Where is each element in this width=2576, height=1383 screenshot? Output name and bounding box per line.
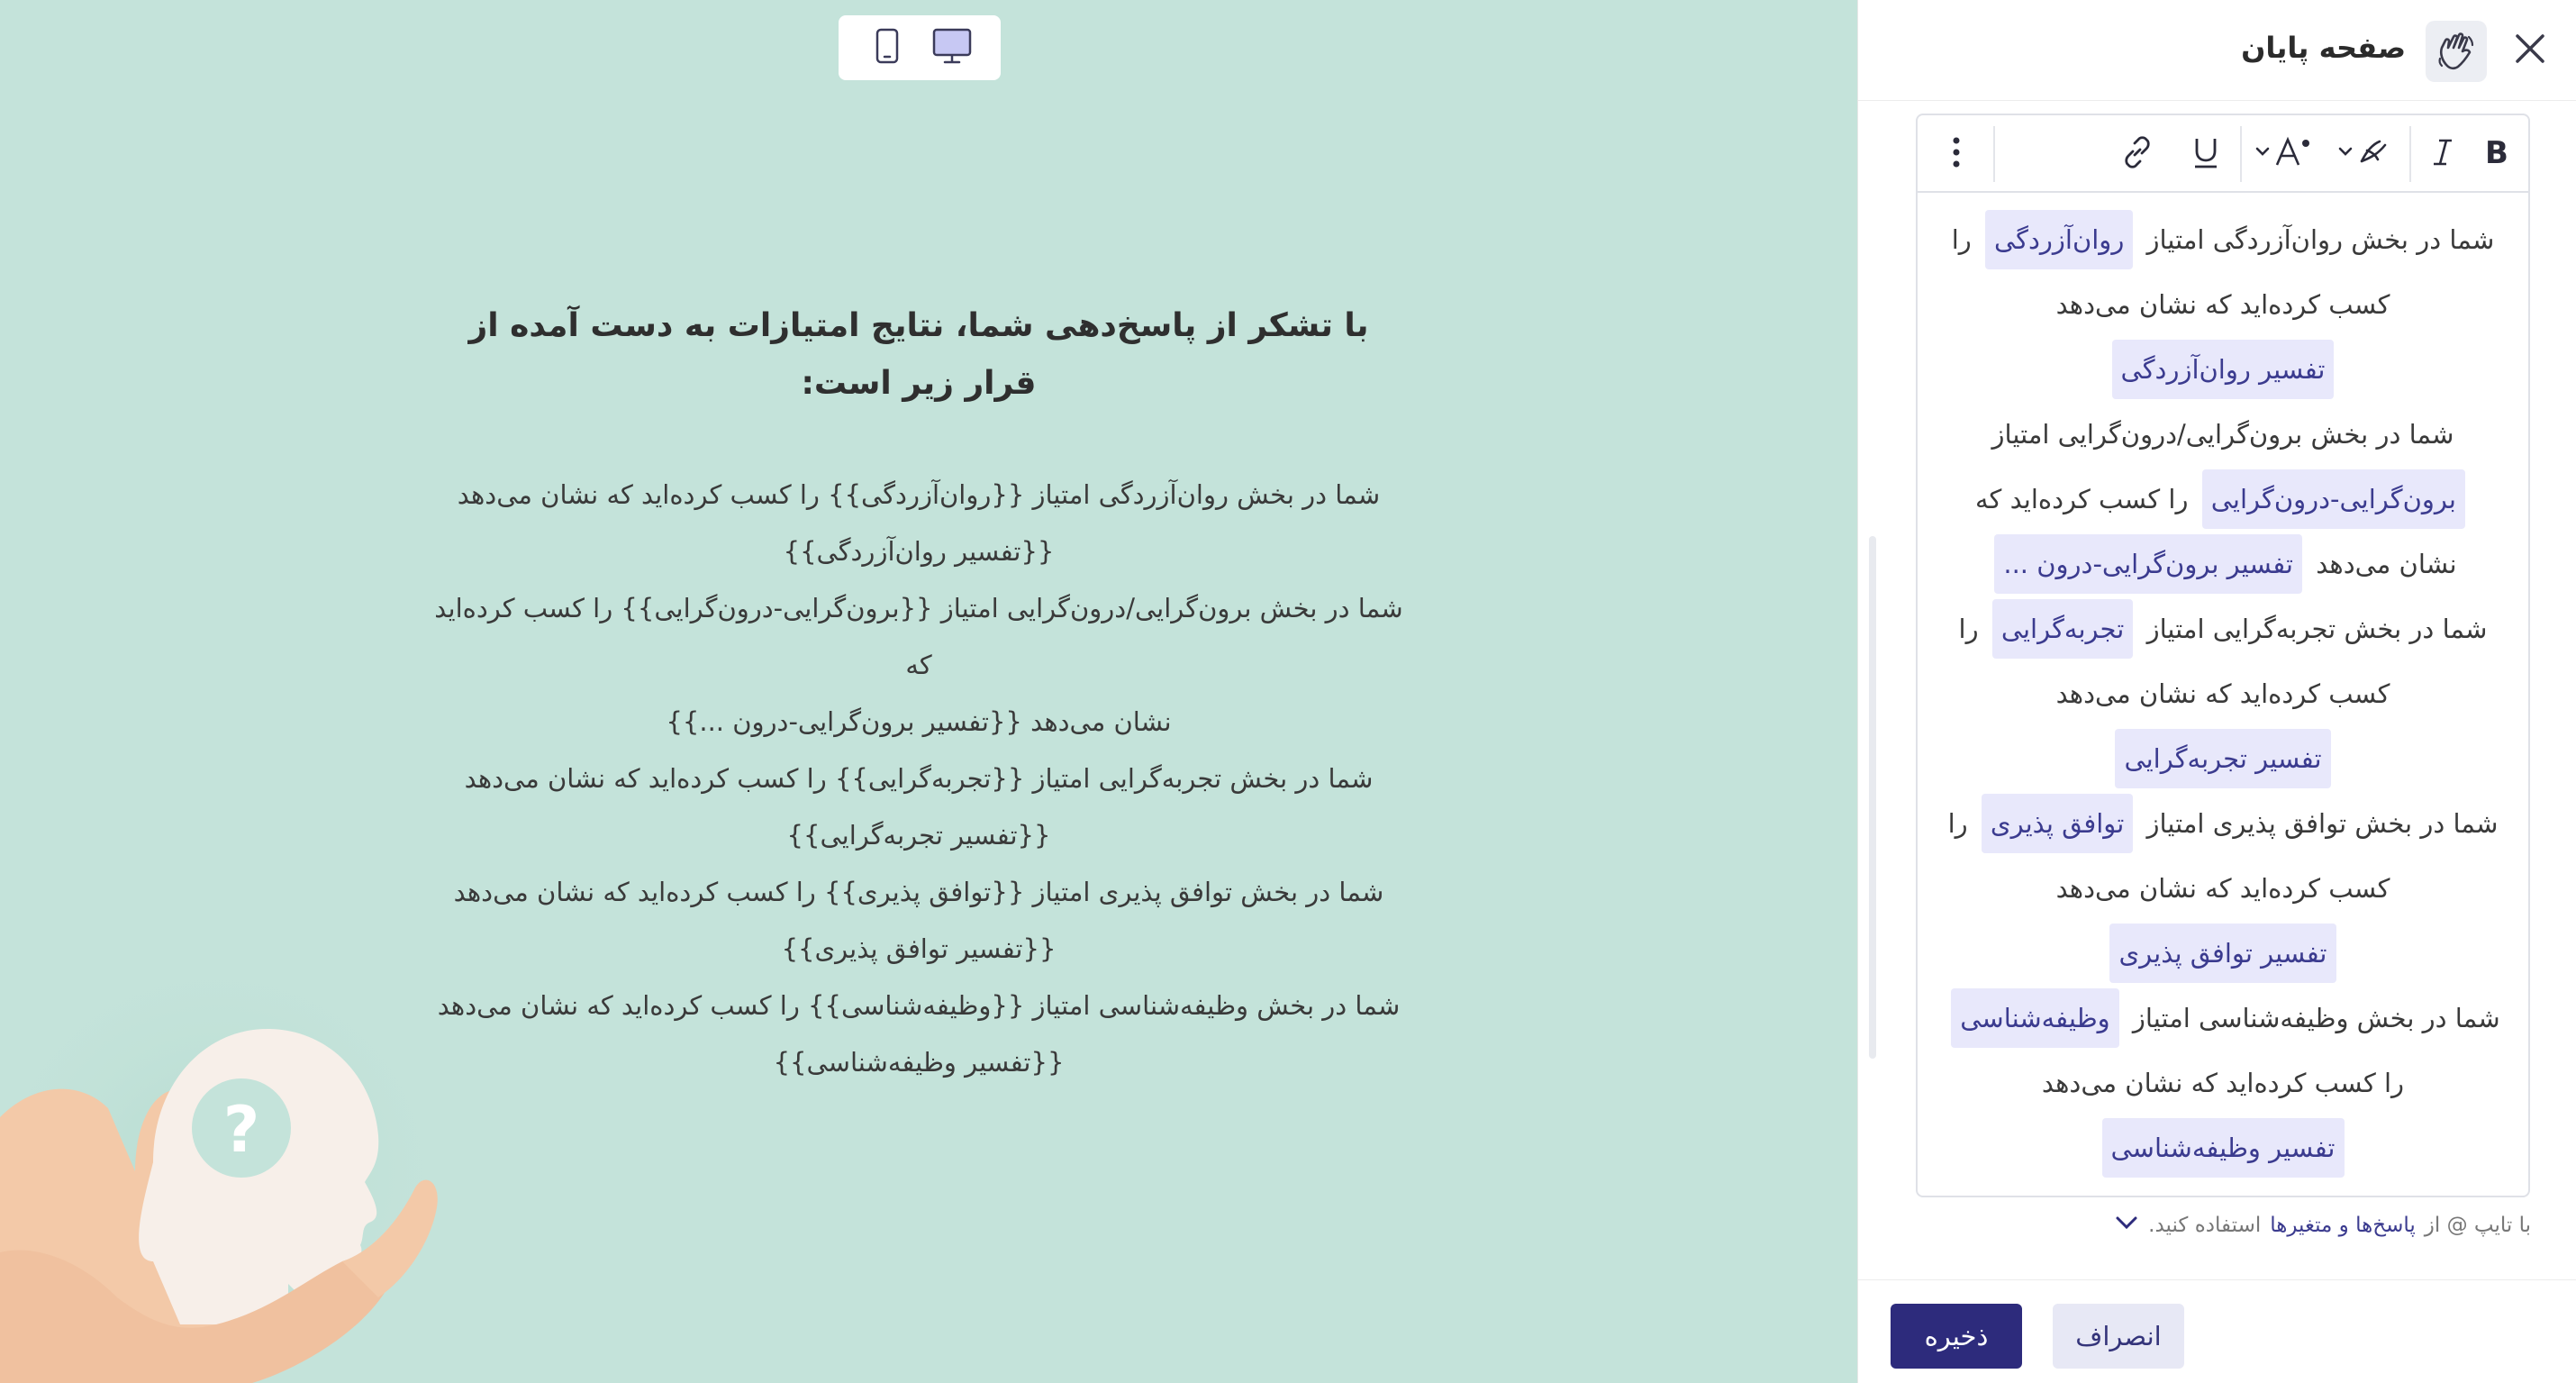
italic-icon [2430,137,2455,171]
editor-toolbar: B [1918,115,2528,193]
variable-chip[interactable]: برون‌گرایی-درون‌گرایی [2201,469,2465,529]
variable-chip[interactable]: روان‌آزردگی [1985,210,2134,269]
preview-line: نشان می‌دهد {{تفسیر برون‌گرایی-درون ...}… [666,706,1172,737]
font-size-button[interactable] [2247,129,2328,179]
editor-paragraph: شما در بخش وظیفه‌شناسی امتیاز وظیفه‌شناس… [1945,986,2501,1180]
waving-hand-icon [2426,21,2487,82]
preview-line: شما در بخش روان‌آزردگی امتیاز {{روان‌آزر… [457,479,1381,510]
underline-icon [2191,135,2221,173]
editor-text: شما در بخش برون‌گرایی/درون‌گرایی امتیاز [1991,419,2454,450]
preview-line: شما در بخش وظیفه‌شناسی امتیاز {{وظیفه‌شن… [437,990,1401,1021]
variable-chip[interactable]: تجربه‌گرایی [1991,599,2134,659]
more-options-button[interactable] [1934,129,1979,179]
variable-chip[interactable]: توافق پذیری [1981,794,2134,853]
mobile-icon [874,28,901,68]
editor-paragraph: شما در بخش تجربه‌گرایی امتیاز تجربه‌گرای… [1945,596,2501,791]
italic-button[interactable] [2420,129,2465,179]
panel-title: صفحه پایان [2241,31,2406,65]
rich-text-editor[interactable]: B [1916,114,2530,1197]
hint-suffix: استفاده کنید. [2148,1214,2262,1237]
variables-hint: با تایپ @ از پاسخ‌ها و متغیرها استفاده ک… [2114,1207,2531,1243]
preview-line: {{تفسیر روان‌آزردگی}} [783,536,1055,567]
preview-heading: با تشکر از پاسخ‌دهی شما، نتایج امتیازات … [468,307,1369,402]
panel-scrollbar[interactable] [1869,536,1876,1059]
editor-text: شما در بخش توافق پذیری امتیاز [2146,808,2499,839]
toolbar-separator [1993,126,1995,182]
preview-line: {{تفسیر تجربه‌گرایی}} [786,820,1051,851]
preview-line: {{تفسیر توافق پذیری}} [781,933,1057,964]
font-size-icon [2252,134,2324,174]
save-button[interactable]: ذخیره [1891,1304,2022,1369]
preview-canvas: با تشکر از پاسخ‌دهی شما، نتایج امتیازات … [0,0,1857,1383]
preview-content: با تشکر از پاسخ‌دهی شما، نتایج امتیازات … [423,297,1414,1091]
preview-line: شما در بخش برون‌گرایی/درون‌گرایی امتیاز … [434,593,1403,680]
editor-content[interactable]: شما در بخش روان‌آزردگی امتیاز روان‌آزردگ… [1918,195,2528,1196]
hands-head-illustration: ? [0,901,468,1383]
more-icon [1951,134,1962,174]
variable-chip[interactable]: تفسیر وظیفه‌شناسی [2101,1118,2345,1178]
cancel-button[interactable]: انصراف [2053,1304,2184,1369]
close-icon [2513,32,2547,69]
desktop-icon [931,27,973,68]
link-button[interactable] [2112,129,2163,179]
variable-chip[interactable]: تفسیر روان‌آزردگی [2111,340,2335,399]
panel-header: صفحه پایان [1858,0,2576,101]
underline-button[interactable] [2181,129,2231,179]
chevron-down-icon[interactable] [2114,1207,2139,1243]
svg-text:B: B [2485,137,2508,168]
svg-text:?: ? [223,1093,260,1167]
editor-paragraph: شما در بخش توافق پذیری امتیاز توافق پذیر… [1945,791,2501,986]
text-color-button[interactable] [2330,129,2402,179]
device-switch [839,15,1001,80]
hint-prefix: با تایپ @ از [2424,1214,2531,1237]
editor-text: شما در بخش وظیفه‌شناسی امتیاز [2132,1003,2500,1033]
toolbar-separator [2409,126,2411,182]
editor-text: را کسب کرده‌اید که نشان می‌دهد [2041,1068,2405,1098]
variable-chip[interactable]: تفسیر برون‌گرایی-درون ... [1994,534,2302,594]
panel-footer: ذخیره انصراف [1858,1279,2576,1383]
end-page-panel: صفحه پایان B [1857,0,2576,1383]
variable-chip[interactable]: تفسیر توافق پذیری [2109,924,2336,983]
preview-line: شما در بخش توافق پذیری امتیاز {{توافق پذ… [453,877,1384,907]
desktop-view-button[interactable] [927,23,977,73]
mobile-view-button[interactable] [862,23,912,73]
text-color-icon [2335,134,2398,174]
link-icon [2120,135,2154,173]
variable-chip[interactable]: وظیفه‌شناسی [1951,988,2119,1048]
toolbar-separator [2240,126,2242,182]
editor-text: شما در بخش روان‌آزردگی امتیاز [2146,224,2495,255]
bold-button[interactable]: B [2474,129,2519,179]
preview-line: شما در بخش تجربه‌گرایی امتیاز {{تجربه‌گر… [464,763,1374,794]
editor-paragraph: شما در بخش برون‌گرایی/درون‌گرایی امتیاز … [1945,402,2501,596]
answers-variables-link[interactable]: پاسخ‌ها و متغیرها [2270,1207,2416,1243]
variable-chip[interactable]: تفسیر تجربه‌گرایی [2115,729,2331,788]
close-button[interactable] [2501,22,2559,79]
editor-paragraph: شما در بخش روان‌آزردگی امتیاز روان‌آزردگ… [1945,207,2501,402]
editor-text: شما در بخش تجربه‌گرایی امتیاز [2146,614,2488,644]
bold-icon: B [2482,135,2511,171]
preview-line: {{تفسیر وظیفه‌شناسی}} [773,1047,1065,1078]
